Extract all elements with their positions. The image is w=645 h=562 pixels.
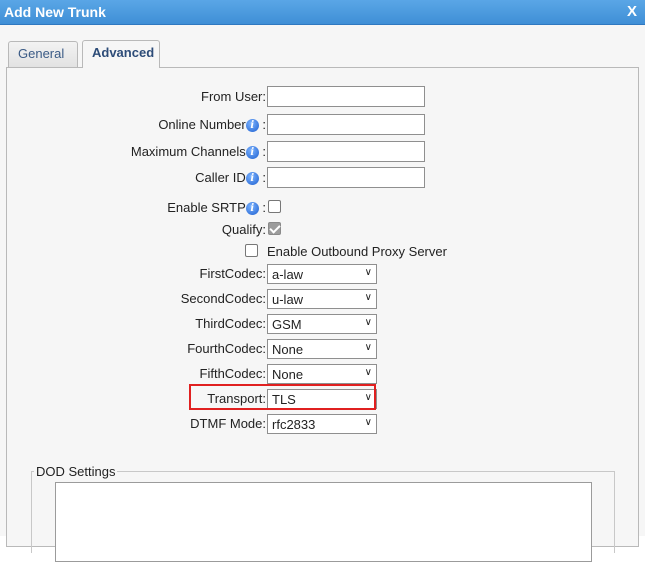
transport-label: Transport:: [207, 391, 266, 406]
first-codec-row: FirstCodec: a-law ∨: [7, 263, 640, 285]
advanced-panel: From User: Online Number i : Maximum Chan…: [6, 67, 640, 562]
fifth-codec-value: None: [272, 367, 304, 382]
fifth-codec-label: FifthCodec:: [199, 366, 266, 381]
chevron-down-icon: ∨: [364, 367, 372, 378]
fourth-codec-label: FourthCodec:: [187, 341, 266, 356]
window-title: Add New Trunk: [4, 4, 106, 20]
online-number-input[interactable]: [267, 114, 425, 135]
label-colon: :: [262, 200, 266, 215]
qualify-row: Qualify:: [7, 219, 640, 241]
caller-id-input[interactable]: [267, 167, 425, 188]
from-user-row: From User:: [7, 86, 640, 108]
info-icon[interactable]: i: [245, 146, 259, 159]
first-codec-value: a-law: [272, 267, 304, 282]
enable-srtp-label: Enable SRTP: [167, 200, 246, 215]
info-icon[interactable]: i: [245, 119, 259, 132]
second-codec-label: SecondCodec:: [180, 291, 266, 306]
second-codec-select[interactable]: u-law ∨: [267, 289, 377, 309]
outbound-proxy-row: Enable Outbound Proxy Server: [7, 241, 640, 263]
dtmf-mode-label: DTMF Mode:: [190, 416, 266, 431]
third-codec-row: ThirdCodec: GSM ∨: [7, 313, 640, 335]
fifth-codec-select[interactable]: None ∨: [267, 364, 377, 384]
outbound-proxy-checkbox[interactable]: [245, 244, 258, 257]
fifth-codec-row: FifthCodec: None ∨: [7, 363, 640, 385]
chevron-down-icon: ∨: [364, 417, 372, 428]
chevron-down-icon: ∨: [364, 292, 372, 303]
dtmf-mode-row: DTMF Mode: rfc2833 ∨: [7, 413, 640, 435]
fourth-codec-value: None: [272, 342, 304, 357]
caller-id-label: Caller ID: [195, 170, 246, 185]
qualify-checkbox[interactable]: [268, 222, 281, 235]
qualify-label: Qualify:: [221, 222, 266, 237]
fourth-codec-select[interactable]: None ∨: [267, 339, 377, 359]
second-codec-row: SecondCodec: u-law ∨: [7, 288, 640, 310]
maximum-channels-row: Maximum Channels i :: [7, 141, 640, 163]
second-codec-value: u-law: [272, 292, 304, 307]
dod-settings-list[interactable]: [55, 482, 592, 562]
tab-general[interactable]: General: [8, 41, 78, 67]
first-codec-select[interactable]: a-law ∨: [267, 264, 377, 284]
dtmf-mode-select[interactable]: rfc2833 ∨: [267, 414, 377, 434]
third-codec-value: GSM: [272, 317, 302, 332]
tab-advanced[interactable]: Advanced: [82, 40, 160, 68]
dod-settings-fieldset: DOD Settings: [31, 464, 615, 562]
third-codec-select[interactable]: GSM ∨: [267, 314, 377, 334]
label-colon: :: [262, 170, 266, 185]
info-icon[interactable]: i: [245, 172, 259, 185]
maximum-channels-label: Maximum Channels: [130, 144, 246, 159]
enable-srtp-row: Enable SRTP i :: [7, 197, 640, 219]
chevron-down-icon: ∨: [364, 342, 372, 353]
outbound-proxy-label: Enable Outbound Proxy Server: [267, 244, 447, 259]
title-bar: Add New Trunk X: [0, 0, 645, 25]
enable-srtp-checkbox[interactable]: [268, 200, 281, 213]
chevron-down-icon: ∨: [364, 317, 372, 328]
fourth-codec-row: FourthCodec: None ∨: [7, 338, 640, 360]
info-icon[interactable]: i: [245, 202, 259, 215]
chevron-down-icon: ∨: [364, 392, 372, 403]
maximum-channels-input[interactable]: [267, 141, 425, 162]
third-codec-label: ThirdCodec:: [195, 316, 266, 331]
caller-id-row: Caller ID i :: [7, 167, 640, 189]
from-user-label: From User:: [201, 89, 266, 104]
online-number-row: Online Number i :: [7, 114, 640, 136]
label-colon: :: [262, 117, 266, 132]
dod-settings-legend: DOD Settings: [34, 464, 118, 479]
tabs-area: General Advanced From User: Online Numbe…: [0, 25, 645, 562]
close-icon[interactable]: X: [627, 3, 637, 20]
transport-value: TLS: [272, 392, 296, 407]
transport-row: Transport: TLS ∨: [7, 388, 640, 410]
from-user-input[interactable]: [267, 86, 425, 107]
transport-select[interactable]: TLS ∨: [267, 389, 377, 409]
dtmf-mode-value: rfc2833: [272, 417, 316, 432]
label-colon: :: [262, 144, 266, 159]
first-codec-label: FirstCodec:: [199, 266, 266, 281]
chevron-down-icon: ∨: [364, 267, 372, 278]
online-number-label: Online Number: [158, 117, 246, 132]
